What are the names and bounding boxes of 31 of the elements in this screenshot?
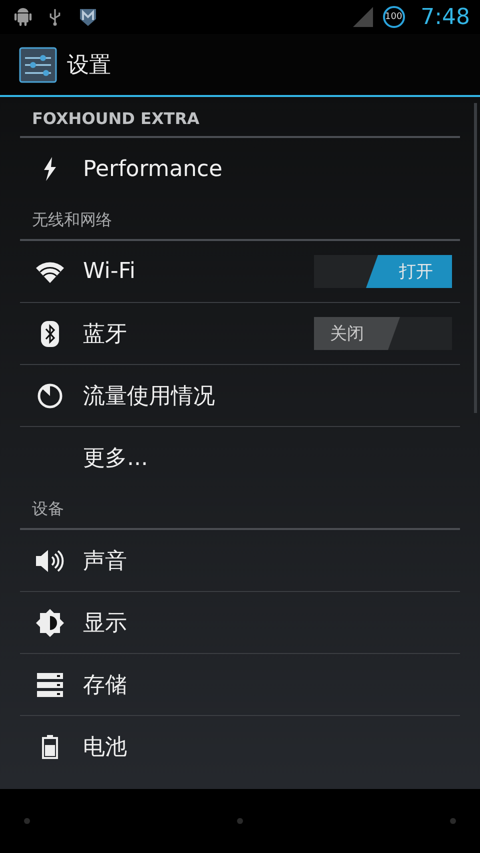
toggle-switch[interactable]: 关闭 — [314, 317, 452, 350]
bluetooth-icon — [40, 320, 58, 346]
lightning-icon — [42, 157, 56, 181]
settings-item[interactable]: 显示 — [20, 592, 460, 654]
switch-thumb: 关闭 — [314, 317, 400, 350]
storage-icon — [36, 672, 62, 696]
settings-item[interactable]: 电池 — [20, 716, 460, 778]
speaker-icon — [34, 548, 64, 574]
clock: 7:48 — [420, 4, 470, 30]
sun-icon — [36, 608, 64, 636]
signal-icon — [352, 7, 373, 27]
battery-icon — [42, 735, 58, 759]
section-header: FOXHOUND EXTRA — [32, 109, 200, 128]
settings-item[interactable]: 蓝牙 关闭 — [20, 303, 460, 365]
settings-item[interactable]: Wi-Fi 打开 — [20, 241, 460, 303]
section-header: 设备 — [32, 499, 64, 520]
pie-chart-icon — [36, 382, 62, 408]
switch-thumb: 打开 — [366, 255, 452, 288]
settings-item[interactable]: 流量使用情况 — [20, 365, 460, 427]
settings-item[interactable]: 更多... — [20, 427, 460, 489]
android-icon — [14, 7, 32, 27]
settings-item[interactable]: Performance — [20, 138, 460, 200]
settings-icon[interactable] — [19, 46, 57, 82]
battery-indicator: 100 — [382, 6, 405, 28]
usb-icon — [48, 7, 62, 27]
wifi-icon — [36, 260, 64, 282]
settings-item[interactable]: 存储 — [20, 654, 460, 716]
section-header: 无线和网络 — [32, 210, 112, 231]
screen-title: 设置 — [67, 52, 111, 80]
shield-icon — [78, 7, 98, 27]
settings-item[interactable]: 声音 — [20, 530, 460, 592]
